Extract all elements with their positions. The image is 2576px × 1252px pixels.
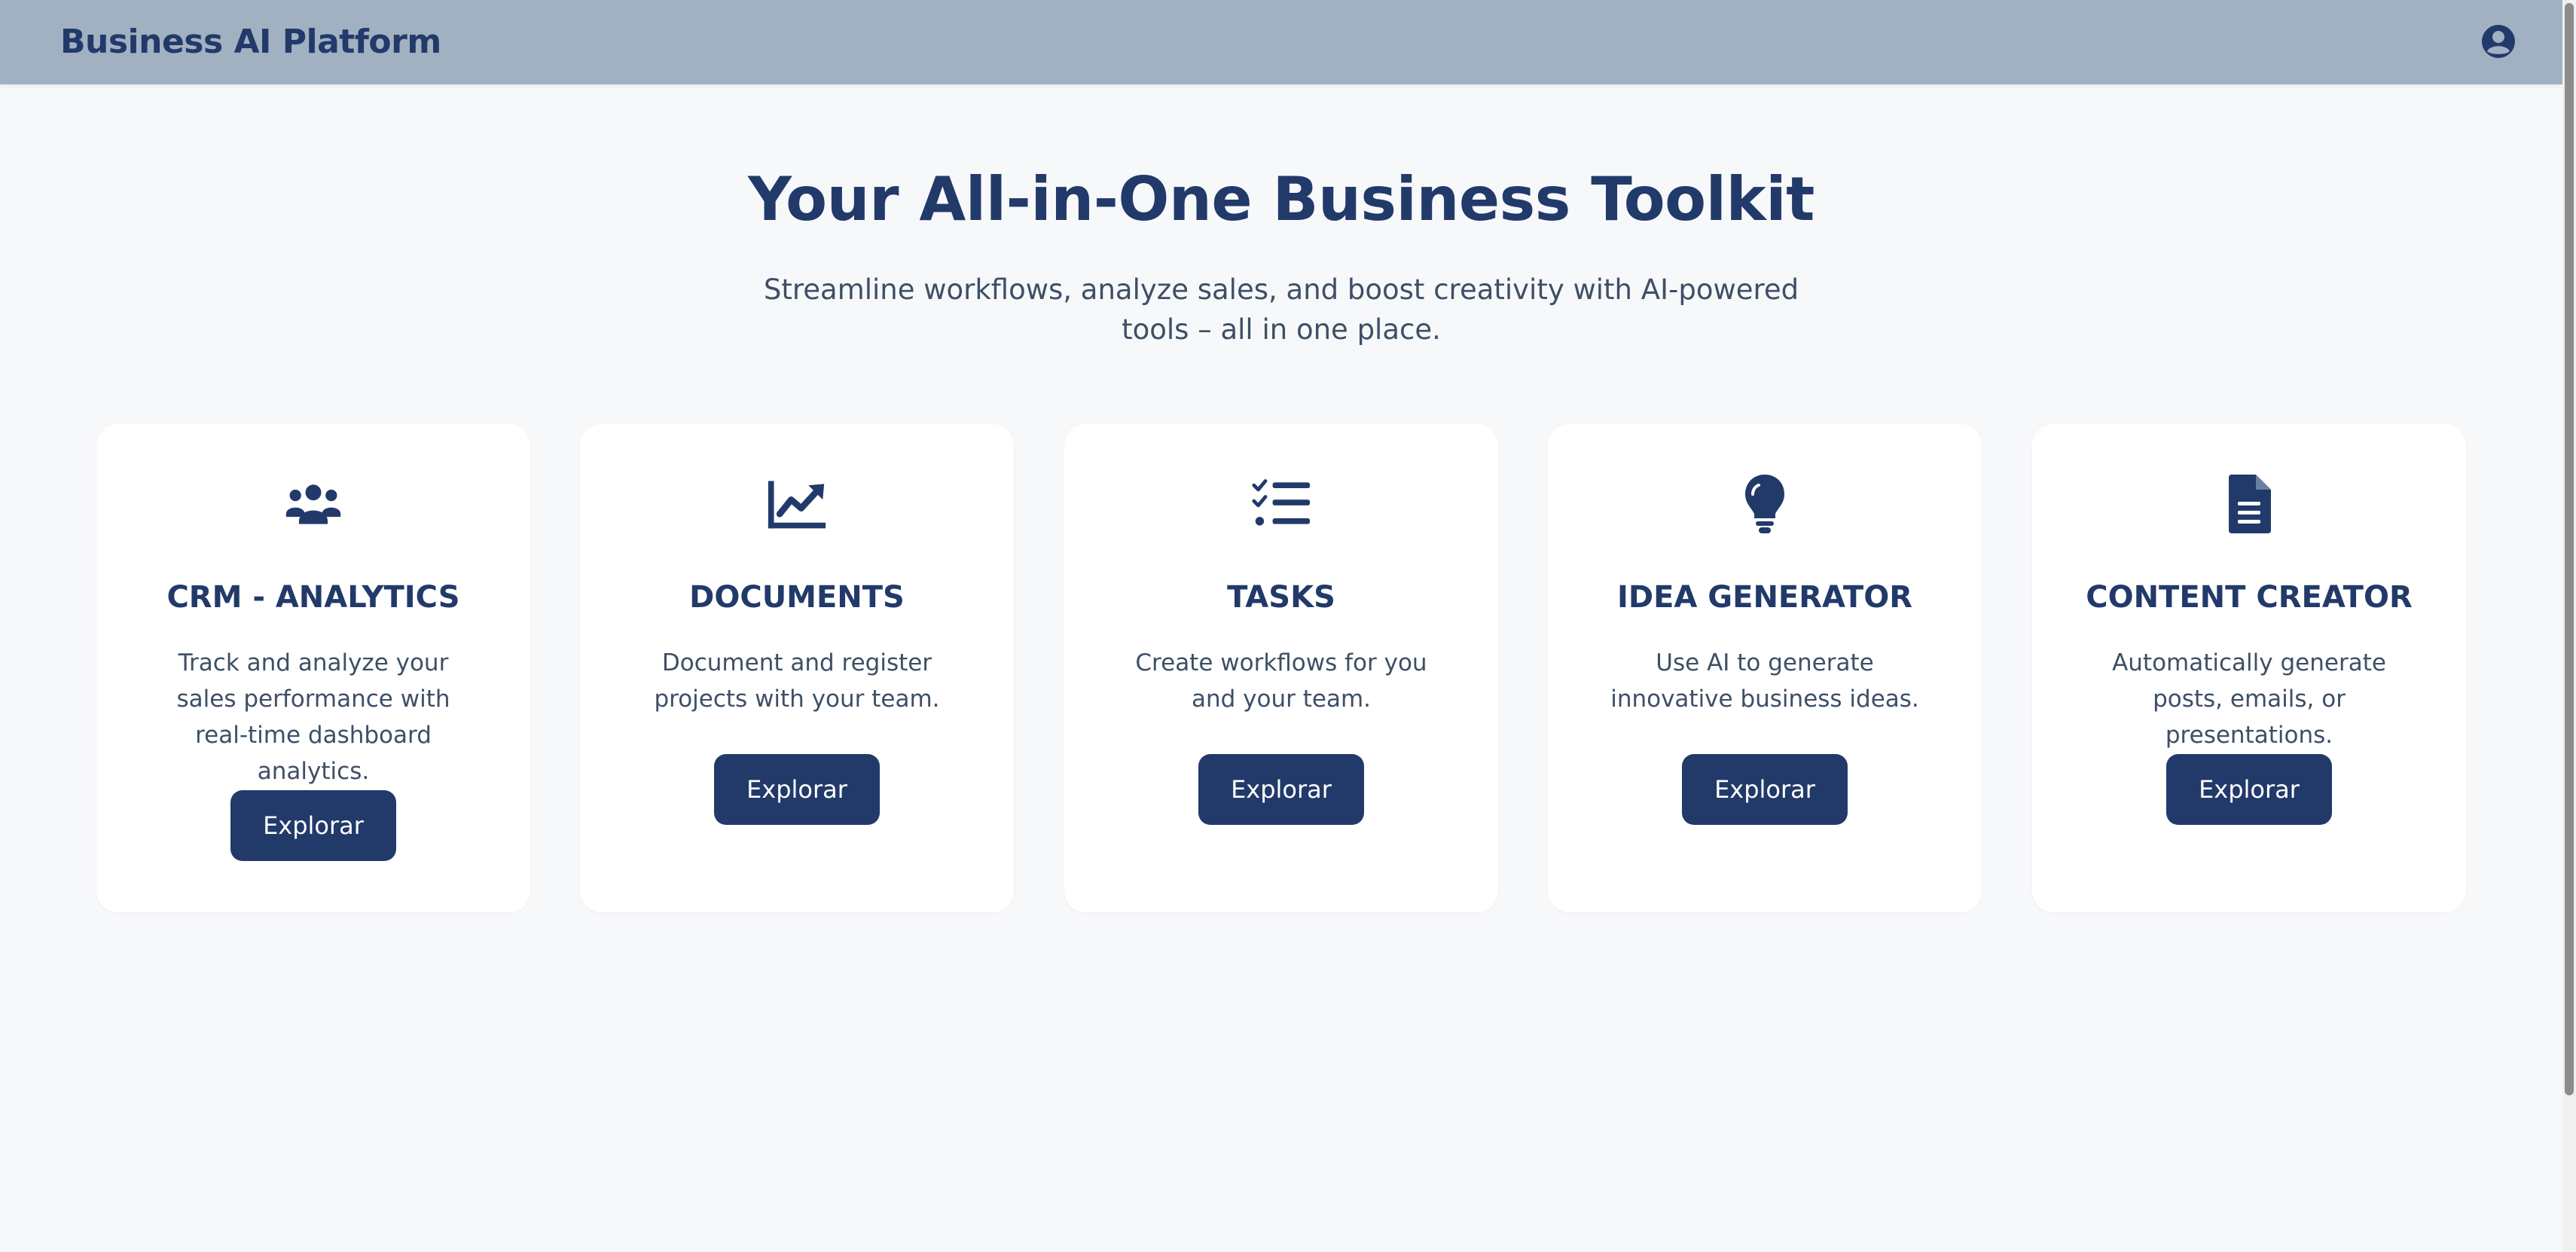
- card-tasks: TASKS Create workflows for you and your …: [1064, 424, 1498, 912]
- explore-documents-button[interactable]: Explorar: [714, 754, 880, 825]
- document-icon: [2219, 474, 2279, 534]
- explore-tasks-button[interactable]: Explorar: [1198, 754, 1364, 825]
- top-navbar: Business AI Platform: [0, 0, 2562, 84]
- card-description: Automatically generate posts, emails, or…: [2112, 649, 2386, 749]
- card-title: DOCUMENTS: [689, 580, 905, 615]
- card-documents: DOCUMENTS Document and register projects…: [580, 424, 1014, 912]
- explore-idea-generator-button[interactable]: Explorar: [1682, 754, 1848, 825]
- users-icon: [283, 474, 343, 534]
- card-description: Track and analyze your sales performance…: [176, 649, 450, 785]
- card-description: Create workflows for you and your team.: [1135, 649, 1427, 713]
- hero-subtitle: Streamline workflows, analyze sales, and…: [763, 273, 1799, 346]
- vertical-scrollbar[interactable]: [2562, 0, 2576, 1252]
- card-title: IDEA GENERATOR: [1617, 580, 1912, 615]
- card-title: CRM - ANALYTICS: [166, 580, 460, 615]
- card-crm-analytics: CRM - ANALYTICS Track and analyze your s…: [96, 424, 530, 912]
- scrollbar-thumb[interactable]: [2565, 3, 2574, 1095]
- card-title: TASKS: [1227, 580, 1335, 615]
- hero-title: Your All-in-One Business Toolkit: [748, 164, 1814, 234]
- card-title: CONTENT CREATOR: [2086, 580, 2413, 615]
- card-idea-generator: IDEA GENERATOR Use AI to generate innova…: [1548, 424, 1982, 912]
- lightbulb-icon: [1735, 474, 1795, 534]
- card-content-creator: CONTENT CREATOR Automatically generate p…: [2032, 424, 2466, 912]
- explore-crm-button[interactable]: Explorar: [230, 790, 396, 861]
- brand-title[interactable]: Business AI Platform: [60, 0, 441, 84]
- card-description: Document and register projects with your…: [654, 649, 940, 713]
- chart-line-icon: [767, 474, 827, 534]
- task-list-icon: [1251, 474, 1311, 534]
- explore-content-creator-button[interactable]: Explorar: [2166, 754, 2332, 825]
- card-description: Use AI to generate innovative business i…: [1610, 649, 1919, 713]
- user-circle-icon[interactable]: [2480, 23, 2517, 60]
